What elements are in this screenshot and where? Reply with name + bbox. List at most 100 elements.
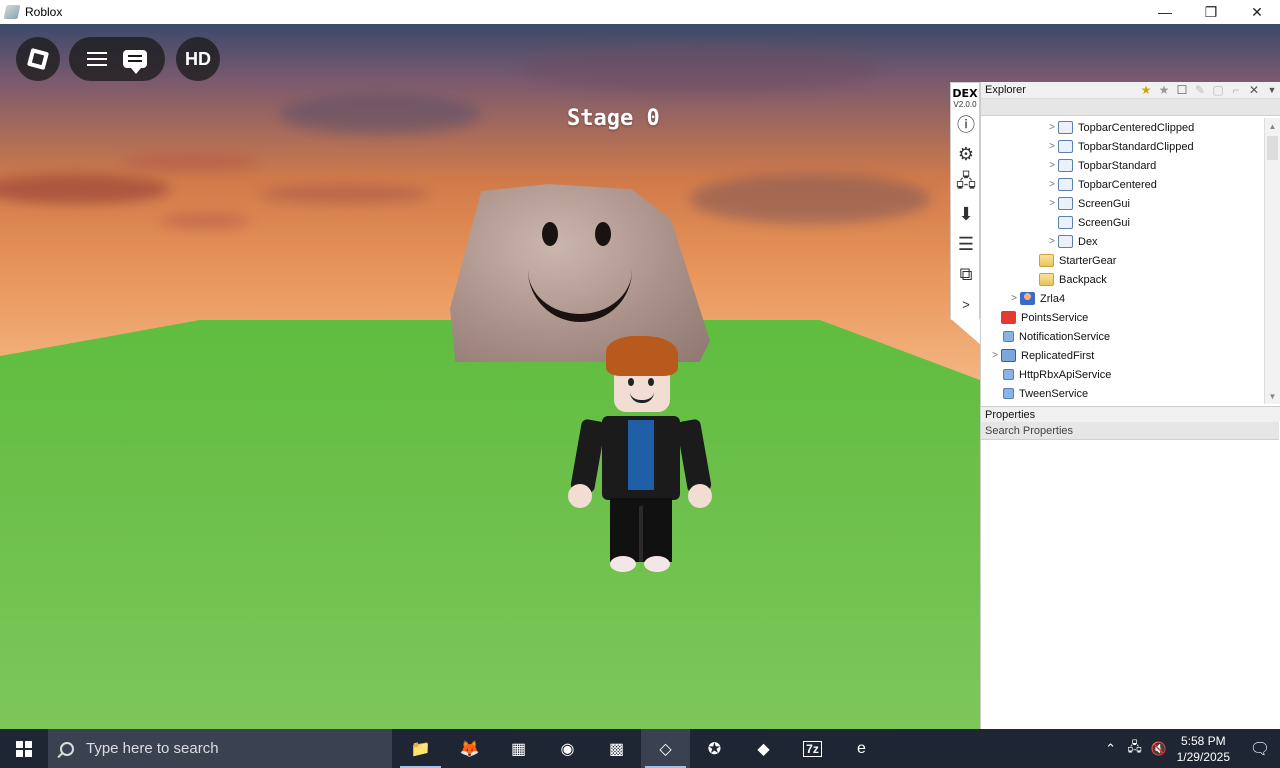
- remote-spy-icon[interactable]: 🖧: [951, 169, 981, 199]
- explorer-search-input[interactable]: [981, 99, 1280, 116]
- tree-row[interactable]: PointsService: [981, 308, 1265, 327]
- maximize-icon[interactable]: ▢: [1210, 83, 1226, 97]
- scroll-down-arrow-icon[interactable]: ▼: [1265, 388, 1280, 404]
- info-icon[interactable]: ⓘ: [951, 109, 981, 139]
- select-box-icon[interactable]: ☐: [1174, 83, 1190, 97]
- tree-row[interactable]: > Zrla4: [981, 289, 1265, 308]
- properties-header: Properties: [981, 406, 1280, 422]
- minimize-button[interactable]: —: [1142, 0, 1188, 24]
- tree-row[interactable]: > Dex: [981, 232, 1265, 251]
- tree-row[interactable]: TweenService: [981, 384, 1265, 403]
- taskbar-app-button[interactable]: e: [837, 729, 886, 768]
- rock-right-eye: [595, 222, 611, 246]
- expand-chevron-icon[interactable]: >: [1046, 198, 1058, 209]
- tree-row[interactable]: > TopbarStandard: [981, 156, 1265, 175]
- dex-version: V2.0.0: [953, 100, 977, 109]
- expand-chevron-icon[interactable]: >: [1008, 293, 1020, 304]
- chat-icon[interactable]: [123, 50, 147, 74]
- settings-gear-icon[interactable]: ⚙: [951, 139, 981, 169]
- taskbar-app-button[interactable]: ◆: [739, 729, 788, 768]
- expand-chevron-icon[interactable]: >: [1046, 160, 1058, 171]
- pin-icon[interactable]: ✎: [1192, 83, 1208, 97]
- explorer-scrollbar[interactable]: ▲ ▼: [1264, 118, 1280, 404]
- show-hidden-icons-chevron-icon[interactable]: ⌃: [1099, 741, 1123, 757]
- avatar-hair: [606, 336, 678, 376]
- script-editor-icon: ▩: [608, 740, 625, 758]
- firefox-icon: 🦊: [459, 740, 480, 758]
- tree-row[interactable]: > ReplicatedFirst: [981, 346, 1265, 365]
- hd-admin-button[interactable]: HD: [176, 37, 220, 81]
- start-button[interactable]: [0, 729, 48, 768]
- search-placeholder: Type here to search: [86, 740, 219, 757]
- favorite-star-icon[interactable]: ★: [1138, 83, 1154, 97]
- svc-instance-icon: [1003, 369, 1014, 380]
- explorer-list-icon[interactable]: ☰: [951, 229, 981, 259]
- stage-label: Stage 0: [567, 106, 660, 131]
- taskbar-app-button[interactable]: ▩: [592, 729, 641, 768]
- tree-row-label: PointsService: [1021, 311, 1089, 324]
- favorites-list-icon[interactable]: ★: [1156, 83, 1172, 97]
- gui-instance-icon: [1058, 121, 1073, 134]
- collapse-chevron-icon[interactable]: >: [951, 289, 981, 319]
- star-app-icon: ✪: [707, 740, 722, 758]
- save-instance-icon[interactable]: ⬇: [951, 199, 981, 229]
- green-baseplate: [0, 320, 980, 729]
- gui-instance-icon: [1058, 159, 1073, 172]
- sky-cloud: [690, 174, 930, 224]
- taskbar-clock[interactable]: 5:58 PM 1/29/2025: [1177, 733, 1230, 765]
- avatar-left-arm: [569, 418, 607, 494]
- action-center-icon[interactable]: 🗨: [1240, 739, 1280, 759]
- explorer-header: Explorer ★ ★ ☐ ✎ ▢ ⌐ ✕ ▼: [981, 82, 1280, 99]
- system-tray: ⌃ 🖧 🔇 5:58 PM 1/29/2025 🗨: [1099, 729, 1280, 768]
- tree-row[interactable]: > TopbarStandardClipped: [981, 137, 1265, 156]
- volume-muted-icon[interactable]: 🔇: [1147, 741, 1171, 757]
- hamburger-menu-icon[interactable]: [87, 52, 107, 66]
- tree-row[interactable]: > TopbarCenteredClipped: [981, 118, 1265, 137]
- taskbar-app-button[interactable]: ◇: [641, 729, 690, 768]
- gui-instance-icon: [1058, 178, 1073, 191]
- taskbar-app-button[interactable]: ▦: [494, 729, 543, 768]
- taskbar-app-button[interactable]: 📁: [396, 729, 445, 768]
- minimize-icon[interactable]: ⌐: [1228, 83, 1244, 97]
- taskbar-app-button[interactable]: 7z: [788, 729, 837, 768]
- restore-button[interactable]: ❐: [1188, 0, 1234, 24]
- scroll-thumb[interactable]: [1267, 136, 1278, 160]
- network-icon[interactable]: 🖧: [1123, 738, 1147, 760]
- tree-row-label: Backpack: [1059, 273, 1107, 286]
- points-instance-icon: [1001, 311, 1016, 324]
- taskbar-app-button[interactable]: ✪: [690, 729, 739, 768]
- expand-chevron-icon[interactable]: >: [1046, 179, 1058, 190]
- tree-row[interactable]: NotificationService: [981, 327, 1265, 346]
- properties-search-input[interactable]: Search Properties: [981, 422, 1279, 440]
- rock-left-eye: [542, 222, 558, 246]
- tree-row[interactable]: Backpack: [981, 270, 1265, 289]
- script-editor-icon[interactable]: ⧉: [951, 259, 981, 289]
- dropdown-arrow-icon[interactable]: ▼: [1264, 83, 1280, 97]
- roblox-menu-button[interactable]: [16, 37, 60, 81]
- tree-row[interactable]: ScreenGui: [981, 213, 1265, 232]
- expand-chevron-icon[interactable]: >: [1046, 141, 1058, 152]
- tree-row[interactable]: HttpRbxApiService: [981, 365, 1265, 384]
- taskbar-app-button[interactable]: ◉: [543, 729, 592, 768]
- explorer-title: Explorer: [985, 84, 1026, 96]
- tree-row[interactable]: > TopbarCentered: [981, 175, 1265, 194]
- folder-instance-icon: [1039, 254, 1054, 267]
- dex-brand: DEX: [952, 87, 978, 100]
- tree-row-label: ReplicatedFirst: [1021, 349, 1095, 362]
- tree-row-label: TopbarCenteredClipped: [1078, 121, 1195, 134]
- expand-chevron-icon[interactable]: >: [1046, 122, 1058, 133]
- close-icon[interactable]: ✕: [1246, 83, 1262, 97]
- avatar-right-shoe: [644, 556, 670, 572]
- taskbar-search-box[interactable]: Type here to search: [48, 729, 392, 768]
- scroll-up-arrow-icon[interactable]: ▲: [1265, 118, 1280, 134]
- expand-chevron-icon[interactable]: >: [1046, 236, 1058, 247]
- tree-row[interactable]: StarterGear: [981, 251, 1265, 270]
- tree-row[interactable]: > ScreenGui: [981, 194, 1265, 213]
- close-button[interactable]: ✕: [1234, 0, 1280, 24]
- tree-row-label: Dex: [1078, 235, 1098, 248]
- sky-cloud: [120, 154, 260, 170]
- expand-chevron-icon[interactable]: >: [989, 350, 1001, 361]
- sky-cloud: [520, 44, 880, 94]
- rock-smile: [528, 262, 632, 322]
- taskbar-app-button[interactable]: 🦊: [445, 729, 494, 768]
